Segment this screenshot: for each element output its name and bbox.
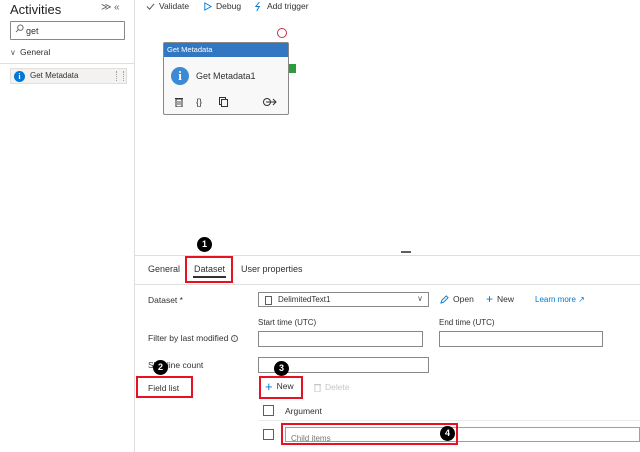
info-icon: i — [171, 67, 189, 85]
delete-field-label: Delete — [325, 382, 350, 392]
start-time-input[interactable] — [259, 335, 422, 350]
checkmark-icon — [146, 2, 155, 10]
activity-item-label: Get Metadata — [30, 71, 79, 80]
lightning-icon — [254, 1, 261, 11]
learn-more-label: Learn more — [535, 295, 576, 304]
dataset-select-value: DelimitedText1 — [278, 295, 331, 304]
chevron-down-icon: ∨ — [417, 294, 423, 303]
step-badge-2: 2 — [153, 360, 168, 375]
chevron-down-icon: ∨ — [10, 48, 16, 57]
hide-panel-icon[interactable]: « — [114, 2, 120, 13]
play-icon — [204, 1, 212, 11]
add-trigger-button[interactable]: Add trigger — [254, 1, 309, 11]
end-time-input[interactable] — [440, 335, 602, 350]
filter-label-text: Filter by last modified — [148, 333, 229, 343]
row-divider — [258, 420, 640, 421]
tab-user-properties[interactable]: User properties — [241, 264, 303, 274]
info-icon[interactable]: i — [230, 335, 238, 343]
node-status-circle[interactable] — [277, 28, 287, 38]
section-general-label: General — [20, 47, 51, 57]
info-icon: i — [14, 71, 25, 82]
section-general[interactable]: ∨ General — [10, 47, 50, 57]
highlight-argument-field — [281, 423, 458, 445]
activity-item-get-metadata[interactable]: i Get Metadata — [10, 68, 127, 84]
tab-general[interactable]: General — [148, 264, 180, 274]
activities-title: Activities — [10, 2, 62, 17]
activities-panel: Activities ≫ « ∨ General i Get Metadata — [0, 0, 135, 452]
drag-handle-icon[interactable] — [116, 71, 124, 81]
panel-splitter[interactable] — [401, 251, 411, 253]
debug-label: Debug — [216, 1, 242, 11]
highlight-dataset-tab — [185, 256, 233, 283]
new-dataset-button[interactable]: + New — [486, 291, 515, 306]
node-output-port[interactable] — [289, 64, 296, 73]
open-label: Open — [453, 294, 474, 304]
node-name: Get Metadata1 — [196, 71, 256, 81]
external-link-icon: ↗ — [578, 295, 585, 304]
activity-node-get-metadata[interactable]: Get Metadata i Get Metadata1 {} — [163, 42, 289, 115]
arrow-right-icon[interactable] — [263, 97, 277, 107]
argument-column-header: Argument — [285, 406, 322, 416]
open-dataset-button[interactable]: Open — [440, 294, 474, 304]
pencil-icon — [440, 294, 449, 304]
search-icon — [15, 24, 24, 33]
start-time-field[interactable] — [258, 331, 423, 350]
dataset-label: Dataset * — [148, 295, 183, 305]
validate-button[interactable]: Validate — [146, 1, 189, 11]
code-icon[interactable]: {} — [196, 97, 202, 107]
azure-data-factory-screen: Activities ≫ « ∨ General i Get Metadata V… — [0, 0, 640, 452]
end-time-field[interactable] — [439, 331, 603, 350]
filter-label: Filter by last modified i — [148, 333, 238, 343]
step-badge-3: 3 — [274, 361, 289, 376]
dataset-select[interactable]: DelimitedText1 ∨ — [258, 292, 429, 307]
highlight-new-button — [259, 376, 303, 399]
dataset-file-icon — [265, 296, 272, 305]
divider — [0, 63, 135, 64]
debug-button[interactable]: Debug — [203, 1, 241, 11]
highlight-field-list-label — [136, 376, 193, 398]
delete-icon[interactable] — [175, 97, 183, 107]
validate-label: Validate — [159, 1, 190, 11]
row-checkbox[interactable] — [263, 429, 274, 440]
new-dataset-label: New — [497, 294, 515, 304]
copy-icon[interactable] — [219, 97, 228, 107]
delete-field-button[interactable]: Delete — [314, 382, 350, 392]
node-header: Get Metadata — [164, 43, 288, 57]
end-time-label: End time (UTC) — [439, 318, 495, 327]
pipeline-toolbar: Validate Debug Add trigger — [135, 0, 640, 17]
plus-icon: + — [486, 291, 494, 306]
collapse-all-icon[interactable]: ≫ — [101, 2, 111, 13]
tabs-divider — [135, 284, 640, 285]
step-badge-1: 1 — [197, 237, 212, 252]
search-input[interactable] — [26, 24, 121, 37]
learn-more-link[interactable]: Learn more ↗ — [535, 295, 585, 304]
add-trigger-label: Add trigger — [267, 1, 309, 11]
activities-search[interactable] — [10, 21, 125, 40]
select-all-checkbox[interactable] — [263, 405, 274, 416]
start-time-label: Start time (UTC) — [258, 318, 317, 327]
delete-icon — [314, 383, 321, 392]
step-badge-4: 4 — [440, 426, 455, 441]
